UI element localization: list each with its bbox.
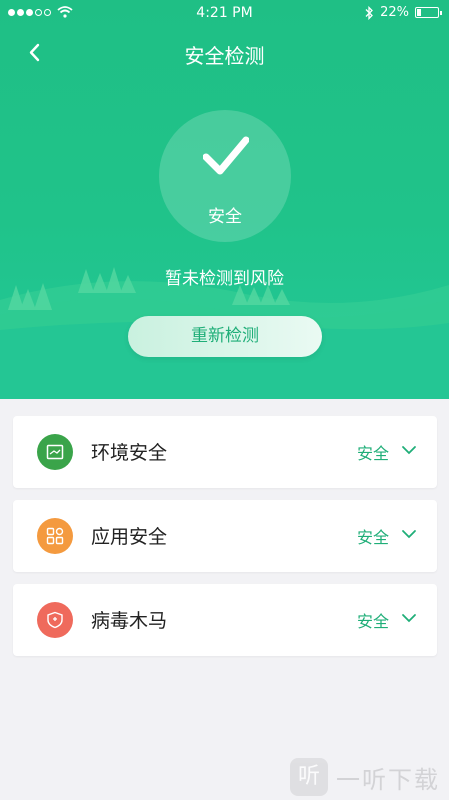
battery-icon <box>415 7 442 18</box>
check-item-label: 应用安全 <box>91 526 168 548</box>
status-right: 22% <box>364 5 442 20</box>
apps-grid-icon <box>37 518 73 554</box>
chevron-down-icon <box>402 446 416 455</box>
safe-badge-label: 安全 <box>208 207 242 227</box>
watermark-logo: 听 <box>290 758 328 796</box>
status-bar: 4:21 PM 22% <box>0 0 449 26</box>
safe-badge: 安全 <box>159 110 291 242</box>
hero-header: 4:21 PM 22% 安全检测 安全 暂未检测到风险 重新检测 <box>0 0 449 399</box>
check-item-status: 安全 <box>356 528 389 547</box>
check-item-label: 病毒木马 <box>91 610 168 632</box>
check-item-status: 安全 <box>356 444 389 463</box>
watermark: 听 一听下载 <box>290 758 440 796</box>
battery-percent: 22% <box>380 5 409 20</box>
checkmark-icon <box>203 136 249 175</box>
virus-shield-icon <box>37 602 73 638</box>
check-item-apps[interactable]: 应用安全 安全 <box>13 500 437 572</box>
check-item-status: 安全 <box>356 612 389 631</box>
environment-icon <box>37 434 73 470</box>
check-item-environment[interactable]: 环境安全 安全 <box>13 416 437 488</box>
battery-fill <box>417 9 421 16</box>
bluetooth-icon <box>365 5 374 20</box>
check-item-virus[interactable]: 病毒木马 安全 <box>13 584 437 656</box>
chevron-down-icon <box>402 530 416 539</box>
rescan-button[interactable]: 重新检测 <box>128 316 322 357</box>
scan-result-message: 暂未检测到风险 <box>165 269 284 289</box>
check-item-label: 环境安全 <box>91 442 168 464</box>
page-title: 安全检测 <box>184 44 265 68</box>
watermark-text: 一听下载 <box>336 765 440 794</box>
chevron-down-icon <box>402 614 416 623</box>
